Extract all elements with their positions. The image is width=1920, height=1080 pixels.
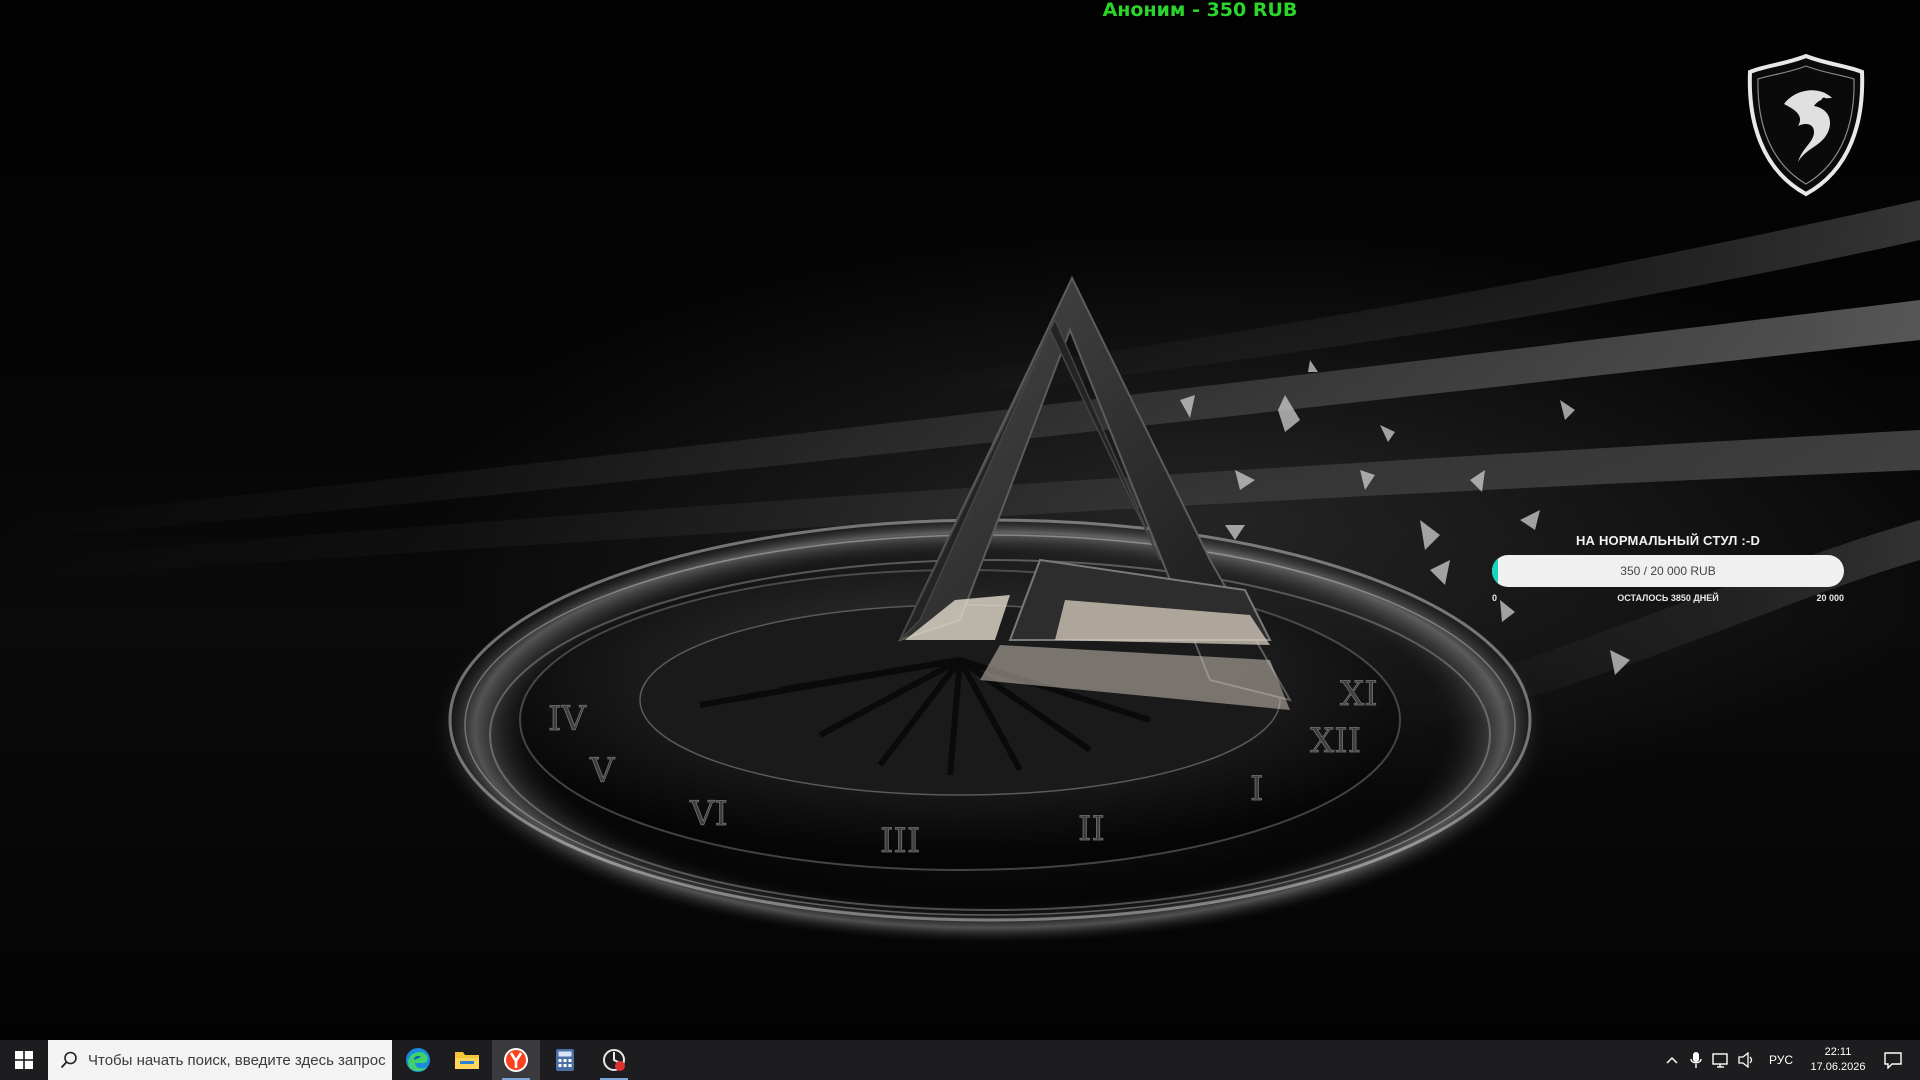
numeral-iii: III [880,821,920,861]
desktop-wallpaper: III II I XII XI VI V IV Аноним - 350 RUB… [0,0,1920,1040]
numeral-vi: VI [689,794,728,834]
numeral-i: I [1250,769,1263,809]
search-input[interactable] [88,1051,388,1069]
taskbar-app-file-explorer[interactable] [443,1040,491,1080]
numeral-xi: XI [1340,674,1378,714]
network-tray-button[interactable] [1708,1040,1734,1080]
folder-icon [455,1052,479,1069]
clock[interactable]: 22:11 17.06.2026 [1802,1040,1874,1080]
goal-max-label: 20 000 [1816,593,1844,603]
clock-time: 22:11 [1824,1046,1852,1058]
edge-icon [406,1048,430,1072]
calculator-icon [556,1049,574,1071]
windows-logo-icon [15,1051,33,1069]
donation-alert: Аноним - 350 RUB [1102,0,1298,21]
taskbar-app-edge[interactable] [394,1040,442,1080]
msi-dragon-shield-logo [1747,53,1865,197]
search-icon [60,1051,77,1069]
start-button[interactable] [0,1040,48,1080]
goal-progress-text: 350 / 20 000 RUB [1620,564,1716,578]
taskbar: РУС 22:11 17.06.2026 [0,1040,1920,1080]
show-hidden-icons-button[interactable] [1660,1040,1684,1080]
microphone-tray-button[interactable] [1684,1040,1708,1080]
input-language-indicator[interactable]: РУС [1762,1040,1800,1080]
speaker-icon [1738,1052,1753,1068]
goal-title: НА НОРМАЛЬНЫЙ СТУЛ :-D [1575,533,1761,548]
network-icon [1712,1053,1728,1068]
recorder-icon [603,1049,625,1071]
notification-icon [1884,1052,1902,1069]
donation-goal-widget: НА НОРМАЛЬНЫЙ СТУЛ :-D 350 / 20 000 RUB … [1490,533,1846,608]
numeral-v: V [589,751,616,791]
chevron-up-icon [1666,1056,1678,1064]
taskbar-search-box[interactable] [48,1040,392,1080]
clock-date: 17.06.2026 [1810,1061,1866,1073]
yandex-icon [504,1048,528,1072]
goal-progress-bar: 350 / 20 000 RUB [1492,555,1844,587]
numeral-ii: II [1078,809,1105,849]
notification-center-button[interactable] [1876,1040,1910,1080]
taskbar-app-calculator[interactable] [541,1040,589,1080]
taskbar-app-recorder[interactable] [590,1040,638,1080]
numeral-xii: XII [1310,721,1361,761]
microphone-icon [1690,1052,1702,1068]
goal-remaining-label: ОСТАЛОСЬ 3850 ДНЕЙ [1617,593,1719,603]
wallpaper-art: III II I XII XI VI V IV [0,200,1920,945]
volume-tray-button[interactable] [1734,1040,1760,1080]
taskbar-app-yandex-browser[interactable] [492,1040,540,1080]
numeral-iv: IV [548,699,587,739]
